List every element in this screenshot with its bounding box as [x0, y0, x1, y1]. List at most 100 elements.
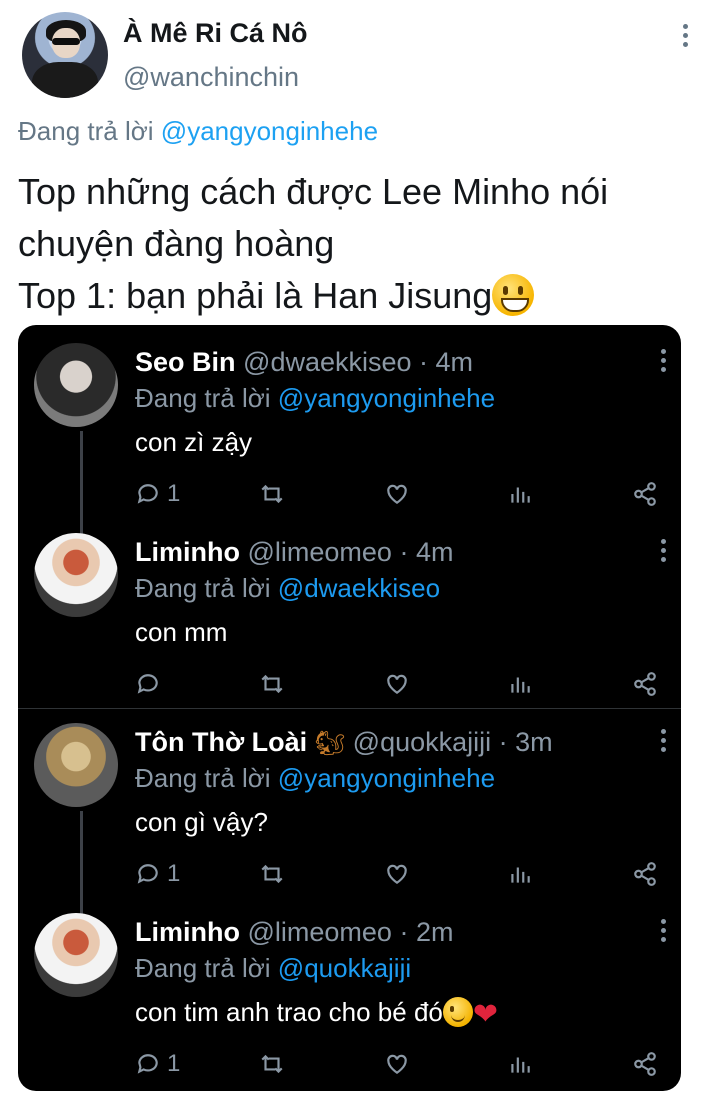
reply-handle[interactable]: @limeomeo — [248, 537, 392, 567]
reply-mention[interactable]: @quokkajiji — [278, 953, 411, 983]
analytics-button[interactable] — [507, 1049, 533, 1079]
tweet-text-line-content: Top 1: bạn phải là Han Jisung — [18, 275, 493, 316]
action-bar: 1 — [135, 1049, 665, 1079]
reply-text: con gì vậy? — [135, 807, 268, 837]
reply-header: Tôn Thờ Loài 🐿 @quokkajiji · 3m — [135, 727, 553, 758]
retweet-button[interactable] — [259, 479, 285, 509]
reply-replying-prefix: Đang trả lời — [135, 383, 271, 413]
comment-icon — [137, 864, 158, 884]
replying-to-mention[interactable]: @yangyonginhehe — [161, 116, 378, 146]
reply-handle[interactable]: @dwaekkiseo — [243, 347, 412, 377]
retweet-icon — [261, 484, 283, 504]
bar-chart-icon — [511, 487, 530, 503]
reply-item[interactable]: Liminho @limeomeo · 2m Đang trả lời @quo… — [18, 895, 681, 1085]
tweet-text-line: Top 1: bạn phải là Han Jisung — [18, 270, 708, 322]
embedded-screenshot[interactable]: Seo Bin @dwaekkiseo · 4m Đang trả lời @y… — [18, 325, 681, 1091]
reply-replying-to: Đang trả lời @quokkajiji — [135, 953, 411, 984]
retweet-button[interactable] — [259, 859, 285, 889]
replying-to-prefix: Đang trả lời — [18, 116, 154, 146]
reply-avatar[interactable] — [34, 913, 118, 997]
tweet-text-line: Top những cách được Lee Minho nói — [18, 171, 609, 212]
reply-button[interactable]: 1 — [135, 859, 180, 889]
author-avatar[interactable] — [22, 12, 108, 98]
heart-icon — [387, 674, 407, 694]
action-bar — [135, 669, 665, 699]
avatar-glasses-shape — [52, 38, 80, 45]
comment-icon — [137, 484, 158, 504]
retweet-icon — [261, 1054, 283, 1074]
tweet-text-line: chuyện đàng hoàng — [18, 223, 335, 264]
reply-button[interactable]: 1 — [135, 1049, 180, 1079]
reply-mention[interactable]: @yangyonginhehe — [278, 763, 495, 793]
analytics-button[interactable] — [507, 479, 533, 509]
reply-item[interactable]: Liminho @limeomeo · 4m Đang trả lời @dwa… — [18, 515, 681, 705]
more-vertical-icon[interactable] — [661, 919, 667, 946]
heart-icon — [387, 484, 407, 504]
like-button[interactable] — [384, 669, 410, 699]
like-button[interactable] — [384, 859, 410, 889]
avatar-body-shape — [32, 62, 98, 98]
reply-time: · 3m — [498, 727, 553, 757]
like-button[interactable] — [384, 1049, 410, 1079]
reply-time: · 4m — [399, 537, 454, 567]
reply-header: Seo Bin @dwaekkiseo · 4m — [135, 347, 473, 378]
retweet-button[interactable] — [259, 669, 285, 699]
share-icon — [634, 672, 656, 696]
bar-chart-icon — [511, 867, 530, 883]
share-button[interactable] — [632, 1049, 658, 1079]
replying-to: Đang trả lời @yangyonginhehe — [18, 116, 378, 147]
action-bar: 1 — [135, 479, 665, 509]
reply-replying-prefix: Đang trả lời — [135, 763, 271, 793]
heart-icon — [387, 864, 407, 884]
reply-item[interactable]: Seo Bin @dwaekkiseo · 4m Đang trả lời @y… — [18, 325, 681, 515]
reply-replying-prefix: Đang trả lời — [135, 953, 271, 983]
reply-time: · 4m — [419, 347, 474, 377]
reply-name[interactable]: Liminho — [135, 537, 240, 567]
reply-avatar[interactable] — [34, 533, 118, 617]
reply-mention[interactable]: @dwaekkiseo — [278, 573, 440, 603]
reply-header: Liminho @limeomeo · 4m — [135, 537, 453, 568]
reply-mention[interactable]: @yangyonginhehe — [278, 383, 495, 413]
more-vertical-icon[interactable] — [661, 539, 667, 566]
like-button[interactable] — [384, 479, 410, 509]
more-vertical-icon[interactable] — [682, 24, 690, 50]
reply-replying-prefix: Đang trả lời — [135, 573, 271, 603]
reply-name[interactable]: Seo Bin — [135, 347, 236, 377]
reply-avatar[interactable] — [34, 723, 118, 807]
more-vertical-icon[interactable] — [661, 349, 667, 376]
reply-item[interactable]: Tôn Thờ Loài 🐿 @quokkajiji · 3m Đang trả… — [18, 705, 681, 895]
author-display-name[interactable]: À Mê Ri Cá Nô — [123, 18, 308, 49]
reply-text: con tim anh trao cho bé đó — [135, 997, 443, 1027]
red-heart-emoji-icon: ❤ — [472, 998, 499, 1031]
reply-time: · 2m — [399, 917, 454, 947]
share-button[interactable] — [632, 479, 658, 509]
reply-count: 1 — [167, 480, 181, 507]
author-handle[interactable]: @wanchinchin — [123, 62, 299, 93]
action-bar: 1 — [135, 859, 665, 889]
retweet-button[interactable] — [259, 1049, 285, 1079]
reply-name[interactable]: Tôn Thờ Loài — [135, 727, 307, 757]
analytics-button[interactable] — [507, 669, 533, 699]
share-icon — [634, 862, 656, 886]
reply-count: 1 — [167, 1050, 181, 1077]
reply-count: 1 — [167, 860, 181, 887]
reply-handle[interactable]: @limeomeo — [248, 917, 392, 947]
reply-name[interactable]: Liminho — [135, 917, 240, 947]
retweet-icon — [261, 674, 283, 694]
bar-chart-icon — [511, 1057, 530, 1073]
grinning-face-emoji-icon — [492, 274, 535, 316]
comment-icon — [137, 1054, 158, 1074]
share-button[interactable] — [632, 669, 658, 699]
retweet-icon — [261, 864, 283, 884]
reply-replying-to: Đang trả lời @yangyonginhehe — [135, 383, 495, 414]
share-button[interactable] — [632, 859, 658, 889]
analytics-button[interactable] — [507, 859, 533, 889]
reply-button[interactable] — [135, 669, 167, 699]
squirrel-emoji-icon: 🐿 — [314, 730, 346, 757]
more-vertical-icon[interactable] — [661, 729, 667, 756]
reply-avatar[interactable] — [34, 343, 118, 427]
reply-handle[interactable]: @quokkajiji — [353, 727, 491, 757]
reply-button[interactable]: 1 — [135, 479, 180, 509]
reply-replying-to: Đang trả lời @dwaekkiseo — [135, 573, 440, 604]
tweet-text: Top những cách được Lee Minho nói chuyện… — [18, 166, 708, 322]
